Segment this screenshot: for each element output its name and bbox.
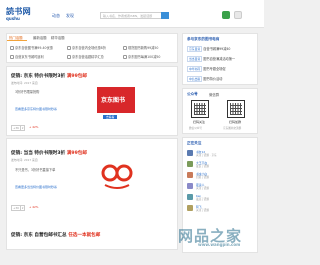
tab-hot[interactable]: 热门话题 [7, 34, 27, 41]
qr-code-image [191, 100, 209, 118]
tab-featured[interactable]: 精华话题 [51, 35, 65, 40]
post-title[interactable]: 促销: 京东 特价书限时3折 满99包邮 [11, 73, 87, 79]
search-input[interactable]: 输入书名、作者或者ISBN、发起话题 [100, 12, 162, 19]
topic-icon [67, 55, 71, 59]
post-meta: 发布时间: 2017 来自 [11, 81, 38, 85]
tab-wechat-group[interactable]: 微信群 [209, 92, 219, 97]
topic-tabs-panel: 热门话题 最新话题 精华话题 京东自营图书满99-40优惠 京东自营内全场优惠8… [6, 33, 178, 63]
post-title[interactable]: 促销: 当当 特价书限时3折 满99包邮 [11, 150, 87, 156]
user-activity: 关注了话题 [196, 209, 209, 212]
user-activity: 回复了话题 [196, 176, 209, 179]
topic-icon [10, 55, 14, 59]
topic-icon [10, 46, 14, 50]
nav-discover[interactable]: 发现 [66, 13, 74, 19]
user-activity: 发表了话题 [196, 165, 209, 168]
tab-latest[interactable]: 最新话题 [33, 35, 47, 40]
dangdang-logo[interactable] [101, 161, 133, 191]
list-item[interactable]: 京东自营话题精华汇总 [67, 54, 104, 59]
tab-official-account[interactable]: 公众号 [187, 92, 198, 97]
qr-code-image [227, 100, 245, 118]
post-title[interactable]: 促销: 京东 自营包邮书汇总 任选一本就包邮 [11, 232, 100, 238]
sidebar-item[interactable]: 中信出版 图书特价活动 [187, 76, 222, 82]
avatar[interactable] [187, 150, 193, 156]
avatar[interactable] [187, 172, 193, 178]
jd-books-badge[interactable]: 京东图书 [97, 87, 135, 113]
user-activity: 发起了话题 [196, 198, 209, 201]
topic-icon [67, 46, 71, 50]
watermark-url: www.wangpin.com [198, 242, 241, 247]
site-logo[interactable]: 読书网 qushu [6, 6, 40, 21]
post-link[interactable]: 查看更多京东特价图书限时秒杀 [15, 107, 57, 111]
avatar[interactable] [187, 205, 193, 211]
avatar[interactable] [187, 194, 193, 200]
list-item[interactable]: 京东自营内全场优惠8折 [67, 45, 106, 50]
top-header: 読书网 qushu 动态 发现 输入书名、作者或者ISBN、发起话题 [0, 0, 264, 28]
post-card: 促销: 当当 特价书限时3折 满99包邮 发布时间: 2017 来自 不只是书，… [6, 138, 178, 250]
sidebar-item[interactable]: 当当自营 图书自营满减活动第一 [187, 56, 235, 62]
avatar[interactable] [187, 161, 193, 167]
sidebar-follow: 公众号 微信群 扫码关注 扫码加群 微信公众号 京东图书交流群 [182, 88, 258, 134]
nav-dynamic[interactable]: 动态 [52, 13, 60, 19]
sidebar-heading: 正在关注 [187, 141, 202, 145]
downvote-button[interactable]: ▾ [20, 125, 26, 131]
downvote-button[interactable]: ▾ [20, 205, 26, 211]
list-item[interactable]: 自营京东书城时返利 [10, 54, 44, 59]
post-link[interactable]: 查看更多当当特价图书限时秒杀 [15, 185, 57, 189]
avatar[interactable] [187, 183, 193, 189]
qr-sub: 微信公众号 [189, 127, 202, 130]
post-meta: 发布时间: 2017 来自 [11, 158, 38, 162]
go-button[interactable]: 去看看 [103, 115, 118, 119]
sidebar-partners: 参与京东的图书电商 京东自营 自营书城满99减40 当当自营 图书自营满减活动第一 … [182, 33, 258, 85]
post-text: 3折好书限量抢购 [15, 90, 40, 94]
notification-icon[interactable] [234, 11, 242, 19]
search-icon[interactable] [161, 12, 169, 19]
sidebar-item[interactable]: 京东自营 自营书城满99减40 [187, 46, 230, 52]
wechat-icon[interactable] [222, 11, 230, 19]
qr-label: 扫码关注 [193, 120, 206, 124]
user-activity: 关注了话题 · 京东 [196, 154, 217, 157]
sidebar-item[interactable]: 中华书局 图书专题全场促 [187, 66, 226, 72]
vote-percent: + 42% [29, 205, 39, 209]
qr-sub: 京东图书交流群 [223, 127, 242, 130]
vote-percent: + 42% [29, 125, 39, 129]
badge-text: 京东图书 [101, 97, 126, 104]
list-item[interactable]: 京东图书每满100减50 [123, 54, 160, 59]
logo-sub: qushu [6, 16, 20, 21]
qr-label: 扫码加群 [229, 120, 242, 124]
topic-icon [123, 46, 127, 50]
post-text: 不只是书，3折好书直接下单 [15, 168, 56, 172]
list-item[interactable]: 现货图书新购99减50 [123, 45, 158, 50]
post-card: 促销: 京东 特价书限时3折 满99包邮 发布时间: 2017 来自 3折好书限… [6, 66, 178, 136]
topic-icon [123, 55, 127, 59]
sidebar-heading: 参与京东的图书电商 [187, 37, 220, 41]
list-item[interactable]: 京东自营图书满99-40优惠 [10, 45, 53, 50]
user-activity: 关注了话题 [196, 187, 209, 190]
